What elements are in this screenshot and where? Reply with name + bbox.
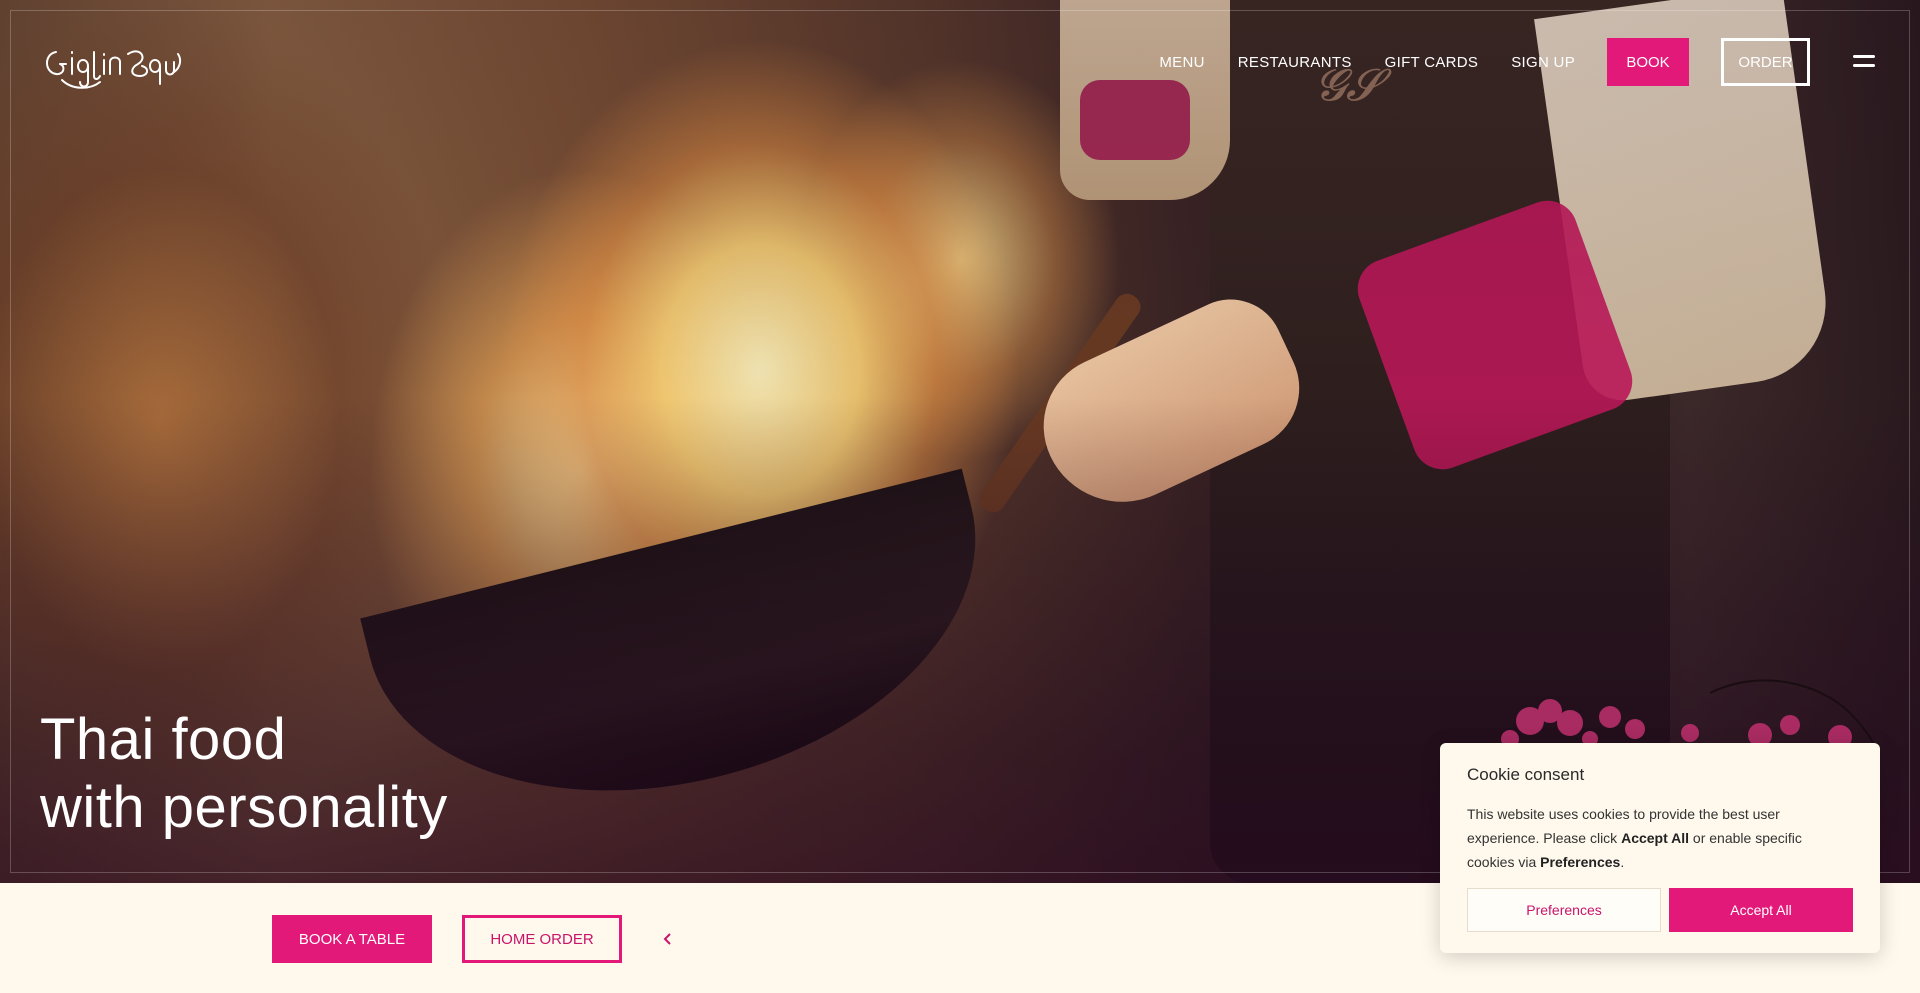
- cookie-consent-dialog: Cookie consent This website uses cookies…: [1440, 743, 1880, 953]
- headline-line-2: with personality: [40, 775, 448, 840]
- nav-restaurants[interactable]: RESTAURANTS: [1238, 54, 1352, 71]
- cookie-preferences-mention: Preferences: [1540, 854, 1621, 870]
- nav-sign-up[interactable]: SIGN UP: [1511, 54, 1575, 71]
- nav-menu[interactable]: MENU: [1159, 54, 1204, 71]
- chevron-left-icon[interactable]: [660, 927, 674, 951]
- book-button[interactable]: BOOK: [1607, 38, 1689, 86]
- cookie-preferences-button[interactable]: Preferences: [1467, 888, 1661, 932]
- cookie-title: Cookie consent: [1467, 765, 1585, 784]
- cookie-text-part-3: .: [1620, 854, 1625, 870]
- page: 𝓖𝓢: [0, 0, 1920, 993]
- main-nav: MENU RESTAURANTS GIFT CARDS SIGN UP BOOK…: [1159, 38, 1810, 86]
- home-order-button[interactable]: HOME ORDER: [462, 915, 622, 963]
- hamburger-line: [1853, 55, 1875, 58]
- cookie-accept-all-button[interactable]: Accept All: [1669, 888, 1853, 932]
- giggling-squid-logo[interactable]: [42, 36, 182, 92]
- headline-line-1: Thai food: [40, 707, 287, 772]
- book-a-table-button[interactable]: BOOK A TABLE: [272, 915, 432, 963]
- hamburger-line: [1853, 64, 1875, 67]
- hamburger-menu-icon[interactable]: [1853, 55, 1875, 71]
- nav-gift-cards[interactable]: GIFT CARDS: [1385, 54, 1479, 71]
- cookie-accept-mention: Accept All: [1621, 830, 1690, 846]
- hero-headline: Thai food with personality: [40, 706, 448, 842]
- order-button[interactable]: ORDER: [1721, 38, 1810, 86]
- cookie-text: This website uses cookies to provide the…: [1467, 802, 1853, 874]
- cookie-actions: Preferences Accept All: [1467, 888, 1853, 932]
